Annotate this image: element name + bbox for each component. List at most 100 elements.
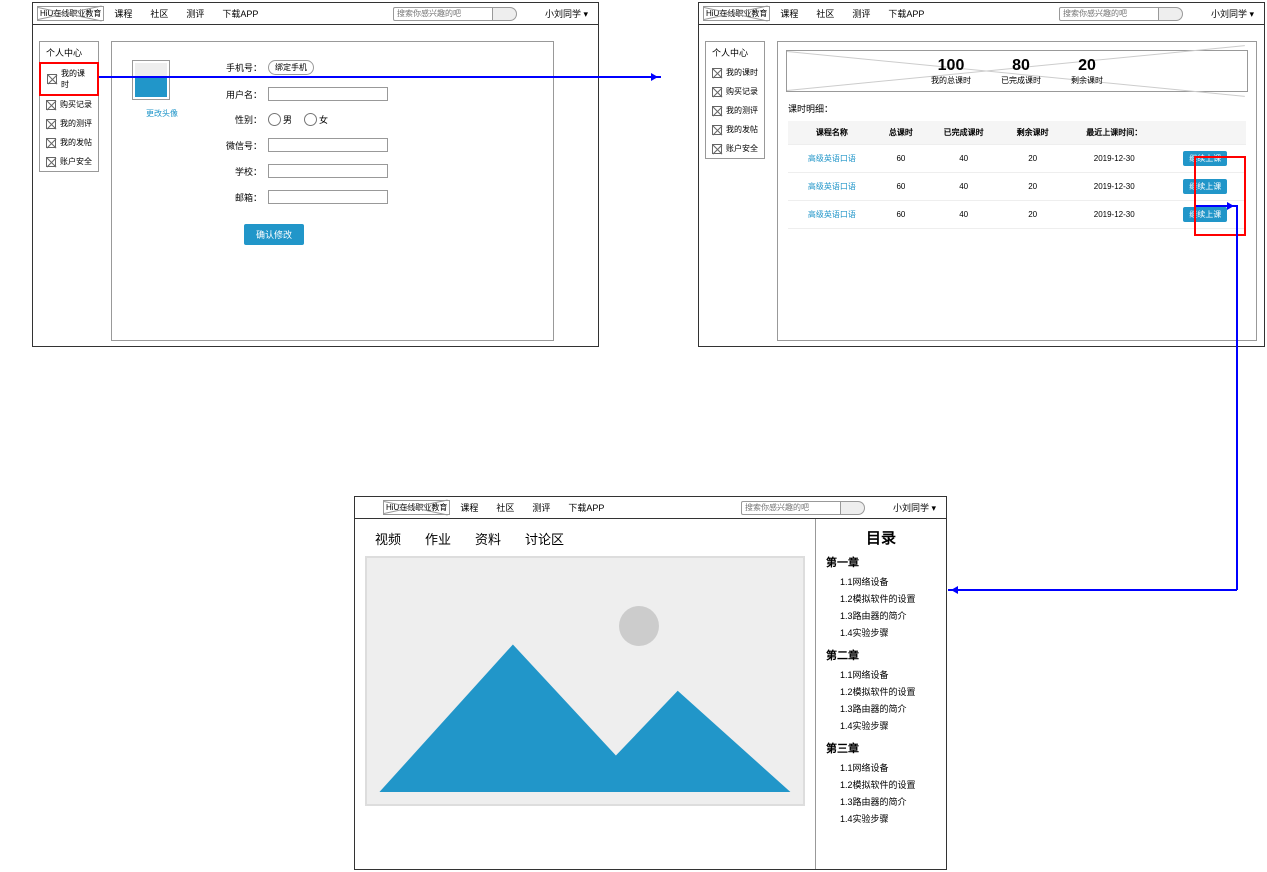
sidebar-item-test[interactable]: 我的测评 (40, 114, 98, 133)
table-row: 高级英语口语6040202019-12-30继续上课 (788, 173, 1246, 201)
search-input[interactable] (393, 7, 493, 21)
user-menu[interactable]: 小刘同学 ▾ (893, 501, 936, 514)
sidebar-item-security[interactable]: 账户安全 (40, 152, 98, 171)
sidebar-item-purchase[interactable]: 购买记录 (706, 82, 764, 101)
header: HiU在线职业教育 课程社区测评下载APP 小刘同学 ▾ (699, 3, 1264, 25)
gender-male-radio[interactable] (268, 113, 281, 126)
x-icon (712, 87, 722, 97)
x-icon (712, 106, 722, 116)
continue-button[interactable]: 继续上课 (1183, 179, 1227, 194)
logo[interactable]: HiU在线职业教育 (703, 6, 770, 21)
nav-courses[interactable]: 课程 (114, 7, 132, 20)
sidebar: 个人中心 我的课时 购买记录 我的测评 我的发帖 账户安全 (705, 41, 765, 159)
x-icon (712, 68, 722, 78)
content-tabs: 视频 作业 资料 讨论区 (365, 523, 805, 548)
hours-table: 课程名称总课时已完成课时剩余课时最近上课时间： 高级英语口语6040202019… (788, 121, 1246, 229)
search-input[interactable] (1059, 7, 1159, 21)
toc-item[interactable]: 1.1网络设备 (826, 573, 936, 590)
wechat-input[interactable] (268, 138, 388, 152)
search-input[interactable] (741, 501, 841, 515)
toc-panel: 目录 第一章1.1网络设备1.2模拟软件的设置1.3路由器的简介1.4实验步骤第… (816, 519, 946, 869)
flow-arrow-2h2 (948, 589, 1237, 591)
sidebar-item-security[interactable]: 账户安全 (706, 139, 764, 158)
tab-discuss[interactable]: 讨论区 (525, 529, 564, 548)
sidebar-item-purchase[interactable]: 购买记录 (40, 95, 98, 114)
toc-item[interactable]: 1.4实验步骤 (826, 810, 936, 827)
sidebar-item-post[interactable]: 我的发帖 (706, 120, 764, 139)
toc-item[interactable]: 1.3路由器的简介 (826, 700, 936, 717)
toc-item[interactable]: 1.1网络设备 (826, 666, 936, 683)
change-avatar[interactable]: 更改头像 (132, 108, 192, 119)
logo[interactable]: HiU在线职业教育 (37, 6, 104, 21)
x-icon (712, 144, 722, 154)
logo[interactable]: HiU在线职业教育 (383, 500, 450, 515)
username-label: 用户名： (222, 88, 262, 101)
sidebar-item-courses[interactable]: 我的课时 (706, 63, 764, 82)
course-link[interactable]: 高级英语口语 (788, 145, 876, 173)
user-menu[interactable]: 小刘同学 ▾ (545, 7, 588, 20)
toc-chapter[interactable]: 第二章 (826, 647, 936, 663)
detail-title: 课时明细： (788, 102, 1246, 115)
sidebar-title: 个人中心 (40, 42, 98, 63)
table-row: 高级英语口语6040202019-12-30继续上课 (788, 145, 1246, 173)
toc-title: 目录 (826, 527, 936, 548)
x-icon (46, 119, 56, 129)
sidebar-item-test[interactable]: 我的测评 (706, 101, 764, 120)
continue-button[interactable]: 继续上课 (1183, 151, 1227, 166)
mountain-icon (379, 626, 791, 793)
hours-panel: 100我的总课时 80已完成课时 20剩余课时 课时明细： 课程名称总课时已完成… (777, 41, 1257, 341)
toc-item[interactable]: 1.4实验步骤 (826, 717, 936, 734)
nav-community[interactable]: 社区 (150, 7, 168, 20)
flow-arrow-2h1 (1196, 205, 1237, 207)
course-link[interactable]: 高级英语口语 (788, 201, 876, 229)
toc-chapter[interactable]: 第一章 (826, 554, 936, 570)
toc-item[interactable]: 1.2模拟软件的设置 (826, 776, 936, 793)
toc-item[interactable]: 1.3路由器的简介 (826, 793, 936, 810)
school-label: 学校： (222, 165, 262, 178)
avatar (132, 60, 170, 100)
x-icon (46, 138, 56, 148)
tab-video[interactable]: 视频 (375, 529, 401, 548)
wechat-label: 微信号： (222, 139, 262, 152)
table-header: 课程名称总课时已完成课时剩余课时最近上课时间： (788, 121, 1246, 145)
header: HiU在线职业教育 课程社区测评下载APP 小刘同学 ▾ (355, 497, 946, 519)
toc-chapter[interactable]: 第三章 (826, 740, 936, 756)
sidebar-item-courses[interactable]: 我的课时 (39, 62, 99, 96)
nav: 课程 社区 测评 下载APP (114, 7, 258, 20)
search (393, 7, 517, 21)
toc-item[interactable]: 1.2模拟软件的设置 (826, 590, 936, 607)
toc-item[interactable]: 1.1网络设备 (826, 759, 936, 776)
search-button[interactable] (493, 7, 517, 21)
flow-arrow-1 (99, 76, 661, 78)
screen-profile: HiU在线职业教育 课程 社区 测评 下载APP 小刘同学 ▾ 个人中心 我的课… (32, 2, 599, 347)
toc-item[interactable]: 1.4实验步骤 (826, 624, 936, 641)
stats-banner: 100我的总课时 80已完成课时 20剩余课时 (786, 50, 1248, 92)
school-input[interactable] (268, 164, 388, 178)
nav-test[interactable]: 测评 (186, 7, 204, 20)
sidebar-item-post[interactable]: 我的发帖 (40, 133, 98, 152)
phone-label: 手机号： (222, 61, 262, 74)
continue-button[interactable]: 继续上课 (1183, 207, 1227, 222)
toc-item[interactable]: 1.2模拟软件的设置 (826, 683, 936, 700)
search-button[interactable] (841, 501, 865, 515)
player-main: 视频 作业 资料 讨论区 (355, 519, 816, 869)
video-placeholder[interactable] (365, 556, 805, 806)
search-button[interactable] (1159, 7, 1183, 21)
nav-download[interactable]: 下载APP (222, 7, 258, 20)
tab-homework[interactable]: 作业 (425, 529, 451, 548)
toc-item[interactable]: 1.3路由器的简介 (826, 607, 936, 624)
username-input[interactable] (268, 87, 388, 101)
sidebar: 个人中心 我的课时 购买记录 我的测评 我的发帖 账户安全 (39, 41, 99, 172)
course-link[interactable]: 高级英语口语 (788, 173, 876, 201)
x-icon (712, 125, 722, 135)
bind-phone-button[interactable]: 绑定手机 (268, 60, 314, 75)
submit-button[interactable]: 确认修改 (244, 224, 304, 245)
table-row: 高级英语口语6040202019-12-30继续上课 (788, 201, 1246, 229)
profile-panel: 更改头像 手机号：绑定手机 用户名： 性别： 男 女 微信号： 学校： 邮箱： … (111, 41, 554, 341)
email-input[interactable] (268, 190, 388, 204)
screen-hours: HiU在线职业教育 课程社区测评下载APP 小刘同学 ▾ 个人中心 我的课时 购… (698, 2, 1265, 347)
sun-icon (619, 606, 659, 646)
tab-material[interactable]: 资料 (475, 529, 501, 548)
gender-female-radio[interactable] (304, 113, 317, 126)
user-menu[interactable]: 小刘同学 ▾ (1211, 7, 1254, 20)
